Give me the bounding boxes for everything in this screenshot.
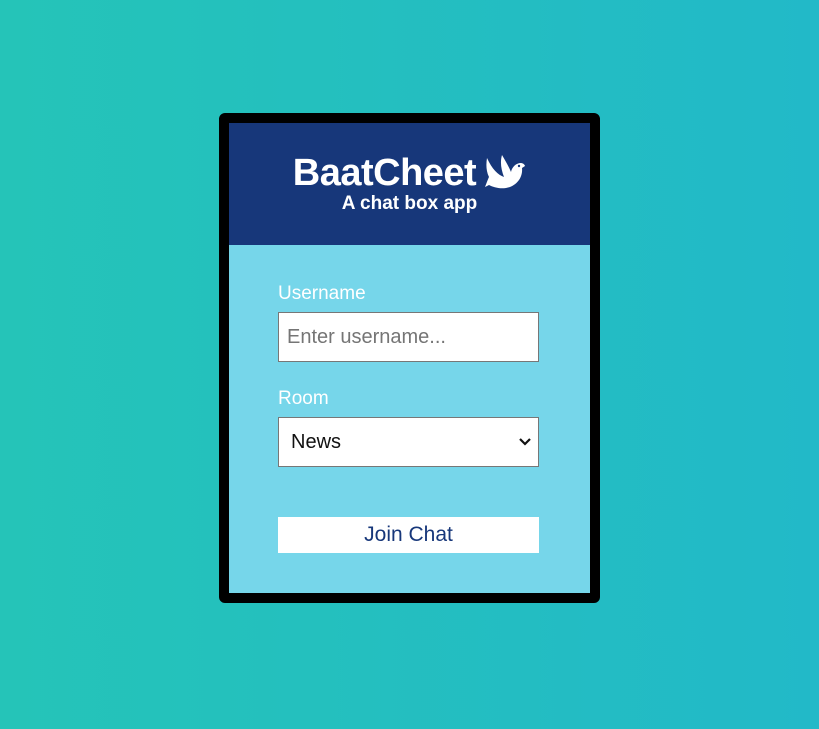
room-field-group: Room News xyxy=(278,388,541,467)
app-title: BaatCheet xyxy=(292,151,477,194)
username-label: Username xyxy=(278,283,366,304)
room-select[interactable]: News xyxy=(278,417,539,467)
join-form: Username Room News Join Chat xyxy=(229,245,590,553)
room-selected-value: News xyxy=(291,430,342,453)
join-chat-button[interactable]: Join Chat xyxy=(278,517,539,553)
title-row: BaatCheet xyxy=(229,151,590,195)
join-chat-card: BaatCheet A chat box app Username Room N… xyxy=(219,113,600,603)
username-input[interactable] xyxy=(278,312,539,362)
chevron-down-icon xyxy=(519,438,531,446)
app-subtitle: A chat box app xyxy=(341,193,478,214)
dove-icon xyxy=(485,155,526,189)
username-field-group: Username xyxy=(278,283,541,362)
room-label: Room xyxy=(278,388,329,409)
app-header: BaatCheet A chat box app xyxy=(229,123,590,245)
